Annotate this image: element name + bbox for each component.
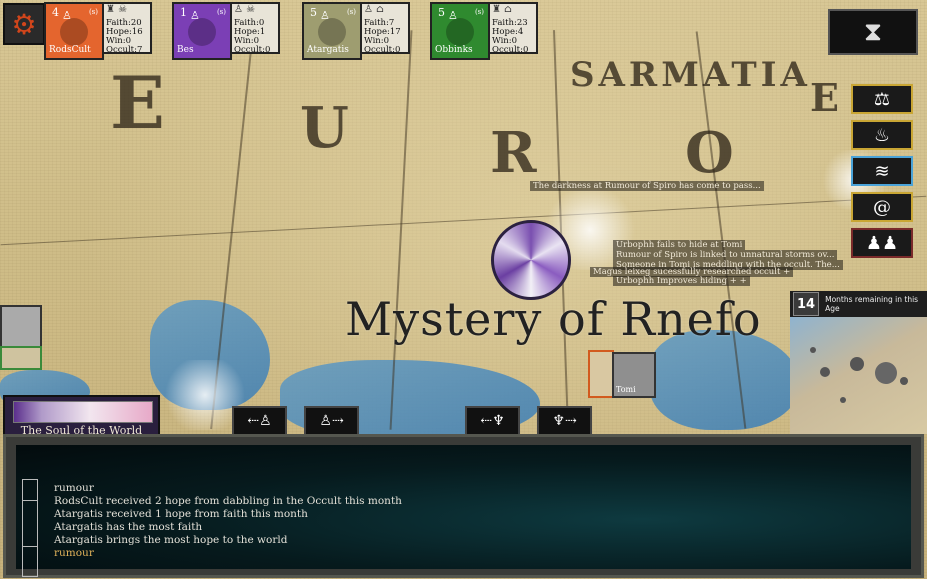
- end-turn-hourglass-icon[interactable]: ⧗: [828, 9, 918, 55]
- log-line: Atargatis received 1 hope from faith thi…: [54, 508, 402, 521]
- message-log-background: rumour RodsCult received 2 hope from dab…: [16, 445, 911, 569]
- player-score: 5: [310, 6, 317, 19]
- log-line: rumour: [54, 482, 402, 495]
- event-log-tooltip[interactable]: Urbophh Improves hiding + +: [613, 276, 750, 286]
- soul-of-world-panel[interactable]: The Soul of the World: [3, 395, 160, 437]
- player-name: Atargatis: [307, 45, 349, 55]
- minimap-marker: [900, 377, 908, 385]
- figure-move-right-icon[interactable]: ♙⇢: [304, 406, 359, 436]
- followers-icon[interactable]: ♟♟: [851, 228, 913, 258]
- spiral-icon[interactable]: @: [851, 192, 913, 222]
- minimap-marker: [875, 362, 897, 384]
- player-badge: (s): [347, 8, 356, 16]
- player-score: 1: [180, 6, 187, 19]
- scroll-icon[interactable]: ≋: [851, 156, 913, 186]
- occult-stat: Occult:7: [106, 46, 148, 55]
- minimap-view[interactable]: [790, 317, 927, 434]
- minimap-marker: [850, 357, 864, 371]
- location-name: Tomi: [616, 385, 636, 394]
- cauldron-icon[interactable]: ♨: [851, 120, 913, 150]
- message-log-panel: rumour RodsCult received 2 hope from dab…: [3, 434, 924, 578]
- minimap-panel[interactable]: 14 Months remaining in this Age: [790, 291, 927, 434]
- player-score: 4: [52, 6, 59, 19]
- map-region-label: SARMATIA: [570, 55, 811, 95]
- player-portrait[interactable]: 5 ♙ (s) Obbinks: [430, 2, 490, 60]
- minimap-marker: [810, 347, 816, 353]
- agent-portraits[interactable]: [588, 350, 614, 398]
- occult-stat: Occult:0: [492, 46, 534, 55]
- event-log-tooltip[interactable]: Urbophh fails to hide at Tomi: [613, 240, 745, 250]
- player-portrait[interactable]: 1 ♙ (s) Bes: [172, 2, 232, 60]
- player-portrait[interactable]: 5 ♙ (s) Atargatis: [302, 2, 362, 60]
- player-stats: ♙ ⌂ Faith:7 Hope:17 Win:0 Occult:0: [362, 2, 410, 54]
- log-line: Atargatis brings the most hope to the wo…: [54, 534, 402, 547]
- move-left-demon-icon[interactable]: ⇠♆: [465, 406, 520, 436]
- months-label: Months remaining in this Age: [825, 295, 927, 313]
- event-tooltip[interactable]: The darkness at Rumour of Spiro has come…: [530, 181, 764, 191]
- player-badge: (s): [217, 8, 226, 16]
- follower-icons: ♜ ⌂: [492, 5, 534, 19]
- left-location-thumbnail[interactable]: [0, 305, 42, 349]
- follower-icons: ♜ ☠: [106, 5, 148, 19]
- map-region-label: R: [490, 120, 537, 186]
- message-log: rumour RodsCult received 2 hope from dab…: [54, 482, 402, 560]
- map-region-label: U: [300, 95, 349, 161]
- demon-move-right-icon[interactable]: ♆⇢: [537, 406, 592, 436]
- player-portrait[interactable]: 4 ♙ (s) RodsCult: [44, 2, 104, 60]
- location-tomi[interactable]: Tomi: [612, 352, 656, 398]
- mystery-vortex-icon[interactable]: [491, 220, 571, 300]
- map-region-label: E: [110, 60, 165, 145]
- player-name: Obbinks: [435, 45, 473, 55]
- player-panel-atargatis[interactable]: 5 ♙ (s) Atargatis ♙ ⌂ Faith:7 Hope:17 Wi…: [302, 2, 410, 58]
- deity-portrait-icon: [318, 18, 346, 46]
- player-stats: ♜ ⌂ Faith:23 Hope:4 Win:0 Occult:0: [490, 2, 538, 54]
- player-badge: (s): [475, 8, 484, 16]
- soul-meter: [13, 401, 153, 423]
- log-scrollbar[interactable]: [22, 479, 38, 577]
- log-line: Atargatis has the most faith: [54, 521, 402, 534]
- log-line-highlight[interactable]: rumour: [54, 547, 402, 560]
- deity-portrait-icon: [188, 18, 216, 46]
- log-line: RodsCult received 2 hope from dabbling i…: [54, 495, 402, 508]
- move-left-figure-icon[interactable]: ⇠♙: [232, 406, 287, 436]
- scales-icon[interactable]: ⚖: [851, 84, 913, 114]
- player-name: RodsCult: [49, 45, 91, 55]
- settings-gear-icon[interactable]: ⚙: [3, 3, 45, 45]
- months-count: 14: [793, 292, 819, 316]
- minimap-marker: [820, 367, 830, 377]
- map-region-label: E: [810, 75, 839, 120]
- follower-icons: ♙ ☠: [234, 5, 276, 19]
- player-panel-bes[interactable]: 1 ♙ (s) Bes ♙ ☠ Faith:0 Hope:1 Win:0 Occ…: [172, 2, 280, 58]
- map-gridline: [1, 196, 927, 246]
- months-remaining: 14 Months remaining in this Age: [790, 291, 927, 317]
- player-stats: ♙ ☠ Faith:0 Hope:1 Win:0 Occult:0: [232, 2, 280, 54]
- deity-portrait-icon: [446, 18, 474, 46]
- player-name: Bes: [177, 45, 194, 55]
- player-score: 5: [438, 6, 445, 19]
- occult-stat: Occult:0: [364, 46, 406, 55]
- minimap-marker: [840, 397, 846, 403]
- occult-stat: Occult:0: [234, 46, 276, 55]
- event-log-tooltip[interactable]: Rumour of Spiro is linked to unnatural s…: [613, 250, 837, 260]
- player-panel-rodscult[interactable]: 4 ♙ (s) RodsCult ♜ ☠ Faith:20 Hope:16 Wi…: [44, 2, 152, 58]
- follower-icons: ♙ ⌂: [364, 5, 406, 19]
- map-region-label: O: [685, 120, 734, 186]
- player-stats: ♜ ☠ Faith:20 Hope:16 Win:0 Occult:7: [104, 2, 152, 54]
- player-panel-obbinks[interactable]: 5 ♙ (s) Obbinks ♜ ⌂ Faith:23 Hope:4 Win:…: [430, 2, 538, 58]
- event-title: Mystery of Rnefo: [345, 292, 762, 346]
- left-location-agents[interactable]: [0, 346, 42, 370]
- deity-portrait-icon: [60, 18, 88, 46]
- player-badge: (s): [89, 8, 98, 16]
